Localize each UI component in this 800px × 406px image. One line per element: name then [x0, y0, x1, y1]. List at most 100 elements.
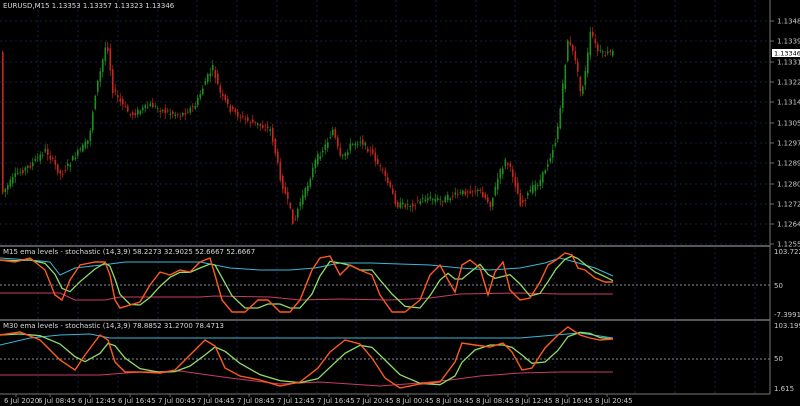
candle-body [32, 162, 34, 166]
candle-body [549, 157, 552, 162]
price-tick-label: 1.12640 [777, 221, 800, 229]
candle-body [319, 156, 322, 159]
candle-body [292, 209, 294, 224]
candle-body [217, 73, 219, 84]
time-tick-label: 8 Jul 20:45 [595, 397, 633, 405]
candle-body [424, 199, 427, 202]
candle-body [89, 130, 92, 141]
candle-body [339, 147, 342, 156]
candle-body [84, 141, 87, 148]
current-price-marker: 1.13346 [772, 49, 800, 58]
candle-body [389, 181, 392, 187]
candle-body [49, 155, 52, 160]
candle-body [4, 189, 7, 192]
candle-body [219, 85, 222, 93]
candle-body [317, 154, 319, 165]
candle-body [7, 185, 9, 190]
candle-body [557, 126, 559, 140]
candle-body [574, 51, 577, 61]
candle-body [207, 74, 209, 82]
candle-body [72, 156, 74, 161]
candle-body [477, 189, 479, 192]
chart-canvas[interactable]: EURUSD,M15 1.13353 1.13357 1.13323 1.133… [0, 0, 800, 406]
candle-body [142, 107, 144, 111]
price-tick-label: 1.13480 [777, 18, 800, 26]
candle-body [212, 65, 214, 71]
candle-body [214, 70, 217, 78]
candle-body [499, 169, 502, 179]
p2-indicator-lines [0, 326, 614, 389]
candle-body [9, 179, 12, 187]
candle-body [79, 148, 82, 151]
candle-body [144, 104, 147, 108]
stochastic-panel-m15[interactable]: M15 ema levels - stochastic (14,3,9) 58.… [0, 247, 800, 319]
candle-body [434, 198, 437, 202]
candle-body [422, 198, 424, 199]
candle-body [352, 143, 354, 145]
candle-body [337, 137, 339, 147]
candle-body [189, 107, 192, 113]
candle-body [399, 202, 402, 208]
candle-body [374, 152, 377, 162]
candle-body [187, 111, 189, 113]
candle-body [47, 149, 49, 155]
candle-body [247, 117, 249, 121]
candle-body [592, 31, 594, 36]
candle-body [327, 142, 329, 148]
candle-body [334, 129, 337, 138]
candle-body [419, 200, 422, 204]
candle-body [507, 163, 509, 165]
candle-body [439, 199, 442, 201]
candle-body [167, 110, 169, 112]
candle-body [484, 194, 487, 199]
candle-body [109, 48, 112, 71]
candle-body [359, 141, 362, 143]
candle-body [539, 180, 542, 186]
candle-body [447, 194, 449, 201]
candle-body [159, 110, 162, 113]
candle-body [324, 144, 327, 150]
candle-body [367, 148, 369, 152]
ema-slow-line [0, 292, 613, 301]
main-price-panel[interactable]: EURUSD,M15 1.13353 1.13357 1.13323 1.133… [0, 0, 800, 249]
p2-tick-mid: 50 [774, 355, 783, 363]
p1-indicator-lines [0, 252, 614, 313]
candle-body [452, 195, 454, 197]
candle-body [44, 148, 47, 152]
candle-body [277, 151, 279, 163]
candle-body [347, 152, 349, 156]
candle-body [459, 191, 462, 193]
candle-body [604, 54, 607, 56]
candle-body [579, 76, 582, 92]
candle-body [474, 191, 477, 193]
candle-body [107, 47, 109, 52]
candle-body [67, 163, 69, 167]
candle-body [467, 191, 469, 193]
candle-body [54, 159, 57, 166]
p2-tick-top: 103.199 [774, 322, 800, 330]
candle-body [269, 129, 272, 131]
candle-body [609, 50, 612, 52]
ema-fast-line [0, 257, 614, 277]
time-tick-label: 8 Jul 00:45 [396, 397, 434, 405]
price-tick-label: 1.13310 [777, 59, 800, 67]
candle-body [64, 170, 67, 171]
candle-body [164, 108, 167, 114]
stochastic-panel-m30[interactable]: M30 ema levels - stochastic (14,3,9) 78.… [0, 321, 800, 393]
candle-body [304, 188, 307, 198]
main-panel-bg [0, 0, 770, 245]
candle-body [209, 73, 212, 77]
candle-body [512, 169, 514, 177]
candle-body [274, 139, 277, 154]
candle-body [427, 198, 429, 201]
p1-tick-bottom: -7.3991 [774, 311, 800, 319]
candle-body [607, 51, 609, 54]
p2-grid [0, 321, 770, 393]
candle-body [104, 47, 107, 61]
candle-body [177, 114, 179, 116]
candle-body [479, 189, 482, 192]
candle-body [117, 95, 119, 98]
candle-body [309, 178, 312, 187]
candle-body [494, 186, 497, 196]
time-tick-label: 7 Jul 20:45 [356, 397, 394, 405]
